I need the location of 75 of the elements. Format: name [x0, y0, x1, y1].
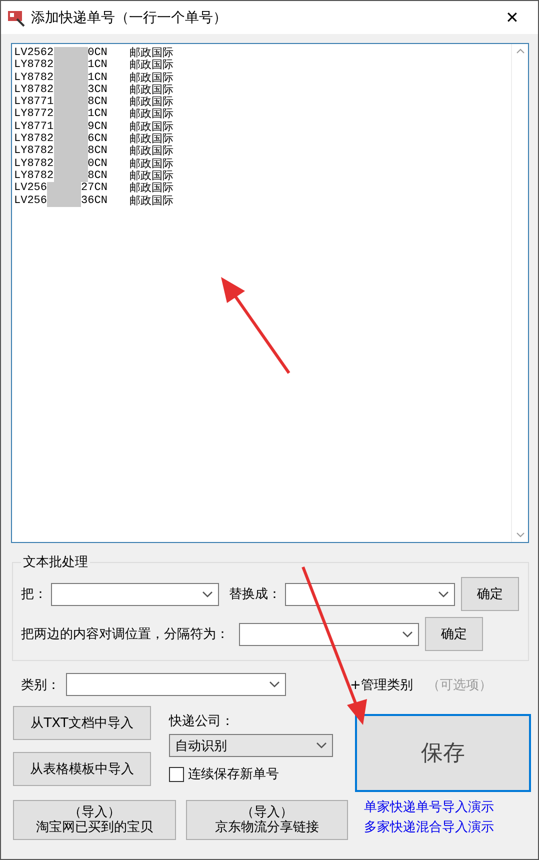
tracking-number-suffix: 6CN: [88, 133, 108, 146]
scroll-up-icon[interactable]: [516, 48, 524, 54]
redaction-block: [54, 47, 88, 60]
carrier-name: 邮政国际: [129, 120, 174, 133]
category-label: 类别：: [21, 676, 60, 694]
window-title: 添加快递单号（一行一个单号）: [31, 8, 228, 26]
tracking-number-prefix: LY8771: [14, 96, 54, 108]
tracking-number-prefix: LV256: [14, 194, 48, 207]
tracking-number-prefix: LY8782: [14, 72, 54, 84]
demo-link[interactable]: 多家快递混合导入演示: [364, 818, 494, 836]
tracking-number-prefix: LV2562: [14, 47, 54, 60]
continuous-save-checkbox[interactable]: 连续保存新单号: [169, 765, 349, 783]
scroll-down-icon[interactable]: [516, 532, 524, 538]
tracking-number-suffix: 1CN: [88, 108, 108, 121]
tracking-number-suffix: 8CN: [88, 170, 108, 182]
tracking-number-suffix: 3CN: [88, 84, 108, 96]
tracking-number-suffix: 9CN: [88, 120, 108, 134]
courier-label: 快递公司：: [169, 713, 235, 730]
group-title: 文本批处理: [22, 554, 89, 571]
tracking-number-text-area[interactable]: [11, 43, 529, 543]
save-button[interactable]: 保存: [355, 714, 531, 792]
tracking-number-prefix: LY8782: [14, 170, 54, 182]
close-button[interactable]: ✕: [492, 2, 532, 32]
tracking-number-prefix: LY8782: [14, 84, 54, 96]
carrier-name: 邮政国际: [129, 170, 174, 182]
import-taobao-button[interactable]: （导入） 淘宝网已买到的宝贝: [13, 800, 176, 840]
courier-dropdown[interactable]: 自动识别: [169, 734, 333, 757]
find-dropdown[interactable]: [51, 582, 219, 606]
tracking-number-suffix: 1CN: [88, 72, 108, 84]
replace-dropdown[interactable]: [285, 582, 455, 606]
tracking-number-suffix: 27CN: [81, 182, 108, 195]
carrier-name: 邮政国际: [129, 47, 174, 59]
tracking-number-prefix: LY8772: [14, 108, 54, 121]
dropdown-caret-icon: [316, 742, 327, 749]
tracking-number-prefix: LY8782: [14, 158, 54, 170]
find-label: 把：: [21, 586, 47, 603]
carrier-name: 邮政国际: [129, 133, 174, 146]
optional-note: （可选项）: [426, 676, 492, 694]
tracking-number-suffix: 36CN: [81, 194, 108, 207]
separator-dropdown[interactable]: [239, 622, 419, 646]
import-jd-button[interactable]: （导入） 京东物流分享链接: [186, 800, 348, 840]
demo-link[interactable]: 单家快递单号导入演示: [364, 798, 494, 816]
carrier-name: 邮政国际: [129, 84, 174, 96]
carrier-name: 邮政国际: [129, 182, 174, 195]
tracking-number-prefix: LV256: [14, 182, 48, 195]
import-spreadsheet-button[interactable]: 从表格模板中导入: [13, 752, 151, 786]
dropdown-caret-icon: [202, 590, 213, 598]
tracking-number-suffix: 0CN: [88, 158, 108, 170]
tracking-number-suffix: 8CN: [88, 145, 108, 158]
carrier-name: 邮政国际: [129, 72, 174, 84]
replace-label: 替换成：: [229, 586, 281, 603]
tracking-number-prefix: LY8771: [14, 120, 54, 134]
carrier-name: 邮政国际: [129, 108, 174, 121]
tracking-number-prefix: LY8782: [14, 145, 54, 158]
carrier-name: 邮政国际: [129, 158, 174, 170]
dropdown-caret-icon: [402, 630, 413, 638]
app-icon: [7, 8, 25, 26]
tracking-number-suffix: 1CN: [88, 59, 108, 72]
import-txt-button[interactable]: 从TXT文档中导入: [13, 706, 151, 740]
manage-category-link[interactable]: +管理类别: [350, 676, 413, 694]
confirm-button[interactable]: 确定: [461, 577, 519, 611]
carrier-name: 邮政国际: [129, 59, 174, 72]
confirm-button[interactable]: 确定: [425, 617, 483, 651]
redaction-block: [47, 194, 82, 207]
carrier-name: 邮政国际: [129, 194, 174, 207]
tracking-number-prefix: LY8782: [14, 133, 54, 146]
dropdown-caret-icon: [269, 681, 280, 688]
dropdown-caret-icon: [438, 590, 449, 598]
swap-label: 把两边的内容对调位置，分隔符为：: [21, 626, 229, 643]
carrier-name: 邮政国际: [129, 96, 174, 108]
carrier-name: 邮政国际: [129, 145, 174, 158]
tracking-number-prefix: LY8782: [14, 59, 54, 72]
tracking-number-suffix: 8CN: [88, 96, 108, 108]
tracking-number-suffix: 0CN: [88, 47, 108, 60]
category-dropdown[interactable]: [66, 673, 286, 696]
